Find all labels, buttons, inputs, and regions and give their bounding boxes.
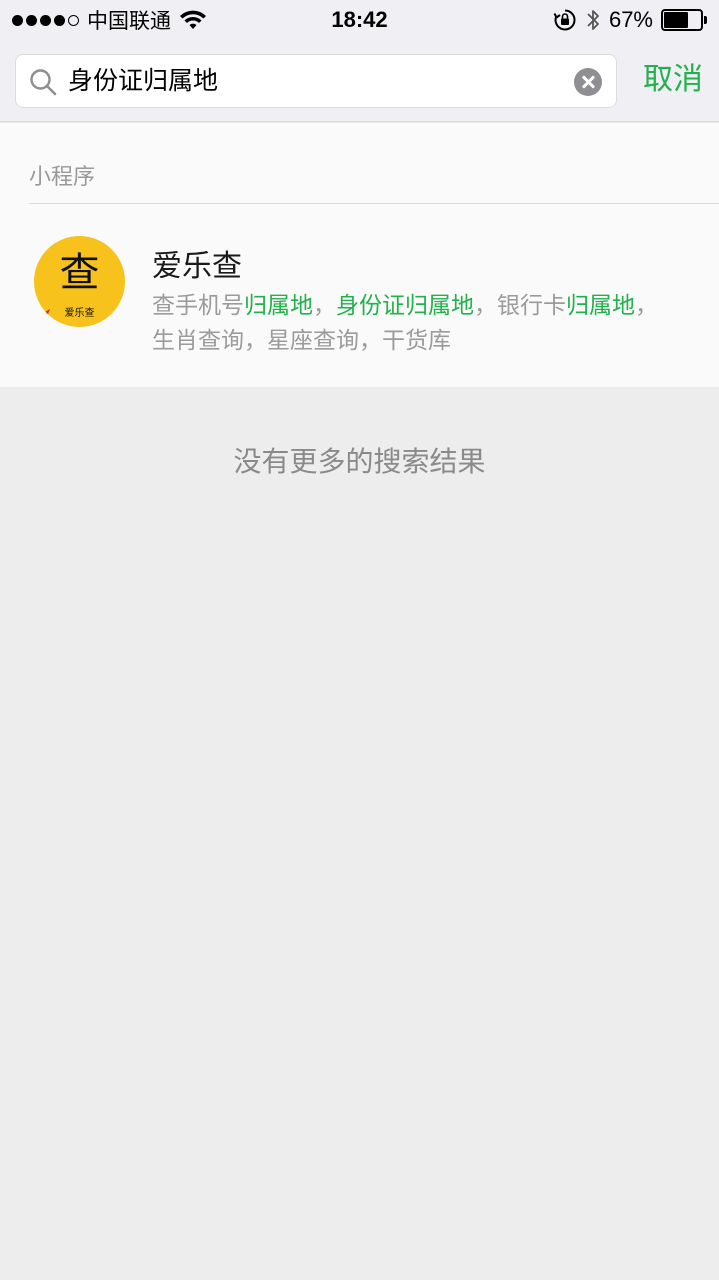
list-item[interactable]: 查 爱乐查 爱乐查 查手机号归属地，身份证归属地，银行卡归属地，生肖查询，星座查… bbox=[0, 205, 719, 387]
search-input[interactable] bbox=[68, 55, 568, 107]
search-icon bbox=[30, 69, 57, 96]
desc-highlight: 身份证归属地 bbox=[336, 293, 474, 319]
app-name: 爱乐查 bbox=[152, 249, 242, 284]
ribbon-icon bbox=[40, 309, 50, 317]
cancel-button[interactable]: 取消 bbox=[643, 58, 703, 102]
rotation-lock-icon bbox=[553, 9, 576, 31]
desc-part: ， bbox=[313, 293, 336, 319]
app-description: 查手机号归属地，身份证归属地，银行卡归属地，生肖查询，星座查询，干货库 bbox=[152, 289, 672, 359]
desc-part: ，银行卡 bbox=[474, 293, 566, 319]
search-header: 取消 bbox=[0, 40, 719, 122]
app-icon: 查 爱乐查 bbox=[34, 236, 125, 327]
status-right: 67% bbox=[553, 6, 707, 34]
app-icon-glyph: 查 bbox=[59, 250, 100, 296]
section-title: 小程序 bbox=[29, 165, 96, 190]
section-divider bbox=[29, 203, 719, 204]
desc-highlight: 归属地 bbox=[566, 293, 635, 319]
bluetooth-icon bbox=[587, 10, 599, 30]
status-bar: 中国联通 18:42 67% bbox=[0, 0, 719, 40]
desc-highlight: 归属地 bbox=[244, 293, 313, 319]
search-box[interactable] bbox=[15, 54, 617, 108]
desc-part: 查手机号 bbox=[152, 293, 244, 319]
battery-percent: 67% bbox=[608, 7, 653, 32]
clear-icon[interactable] bbox=[574, 68, 602, 96]
no-more-results: 没有更多的搜索结果 bbox=[233, 445, 486, 478]
battery-icon bbox=[661, 9, 707, 31]
